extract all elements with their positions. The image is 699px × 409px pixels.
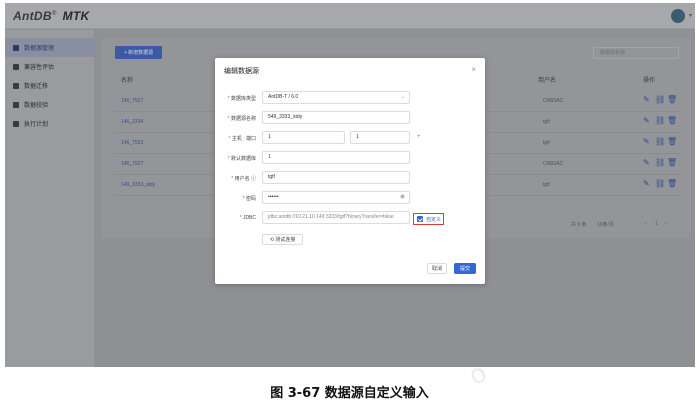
eye-icon[interactable]: ◉	[400, 192, 405, 203]
delete-icon[interactable]: 🗑	[667, 96, 677, 104]
link-icon[interactable]: ⛓	[655, 180, 665, 188]
default-db-label: * 默认数据库	[227, 156, 256, 162]
logo: AntDB® MTK	[13, 9, 90, 23]
pager-next[interactable]: ›	[665, 221, 667, 227]
chevron-down-icon[interactable]: ▾	[689, 12, 692, 19]
host-port-label: * 主机 : 端口	[228, 136, 256, 142]
password-label: * 密码	[242, 196, 256, 202]
user-cell: tgtf	[543, 182, 550, 188]
edit-icon[interactable]: ✎	[643, 159, 650, 167]
edit-icon[interactable]: ✎	[643, 138, 650, 146]
row-actions: ✎ ⛓ 🗑	[643, 96, 677, 104]
password-field[interactable]: •••••• ◉	[262, 191, 410, 204]
edit-icon[interactable]: ✎	[643, 180, 650, 188]
calendar-icon	[13, 120, 19, 127]
jdbc-label: * JDBC	[239, 215, 256, 221]
document-icon	[13, 63, 19, 70]
figure-caption: 图 3-67 数据源自定义输入	[270, 386, 429, 401]
user-cell: tgtf	[543, 140, 550, 146]
check-folder-icon	[13, 101, 19, 108]
datasource-name-link[interactable]: 146_2334	[121, 119, 143, 125]
top-bar: AntDB® MTK ▾	[5, 3, 695, 29]
link-icon[interactable]: ⛓	[655, 159, 665, 167]
page-size-select[interactable]: 10条/页	[597, 221, 614, 228]
search-input[interactable]: 数据源名称	[593, 47, 679, 59]
test-connection-button[interactable]: ⟲ 测试连接	[262, 234, 303, 245]
datasource-name-link[interactable]: 146_7527	[121, 161, 143, 167]
delete-icon[interactable]: 🗑	[667, 138, 677, 146]
user-cell: CR8SAC	[543, 161, 564, 167]
chevron-down-icon: ⌄	[400, 94, 405, 100]
avatar[interactable]	[671, 9, 685, 23]
datasource-name-link[interactable]: 146_7553	[121, 140, 143, 146]
pager-total: 共 5 条	[571, 222, 587, 228]
username-field[interactable]: tgtf	[262, 171, 410, 184]
database-icon	[13, 44, 19, 51]
add-datasource-button[interactable]: + 新增数据源	[115, 46, 162, 59]
sidebar-item-migration[interactable]: 数据迁移	[5, 76, 94, 95]
column-header-user: 用户名	[538, 78, 557, 84]
db-type-label: * 数据库类型	[227, 96, 256, 102]
cancel-button[interactable]: 取消	[427, 263, 447, 274]
default-db-field[interactable]: 1	[262, 151, 410, 164]
row-actions: ✎ ⛓ 🗑	[643, 159, 677, 167]
link-icon[interactable]: ⛓	[655, 117, 665, 125]
delete-icon[interactable]: 🗑	[667, 159, 677, 167]
name-field[interactable]: 549_3333_stdy	[262, 111, 410, 124]
pager-prev[interactable]: ‹	[645, 221, 647, 227]
dialog-title: 编辑数据源	[224, 68, 259, 75]
port-field[interactable]: 1	[350, 131, 410, 144]
edit-icon[interactable]: ✎	[643, 117, 650, 125]
close-icon[interactable]: ×	[471, 65, 476, 74]
edit-datasource-dialog: 编辑数据源 × * 数据库类型 AntDB-T / 6.0 ⌄ * 数据源名称 5…	[215, 58, 485, 284]
delete-icon[interactable]: 🗑	[667, 117, 677, 125]
row-actions: ✎ ⛓ 🗑	[643, 117, 677, 125]
user-cell: CR8SAC	[543, 98, 564, 104]
db-type-select[interactable]: AntDB-T / 6.0 ⌄	[262, 91, 410, 104]
delete-icon[interactable]: 🗑	[667, 180, 677, 188]
user-cell: tgtf	[543, 119, 550, 125]
username-label: * 用户名 ⓘ	[231, 176, 256, 182]
link-icon[interactable]: ⛓	[655, 96, 665, 104]
column-header-ops: 操作	[643, 78, 656, 84]
sidebar-item-plan[interactable]: 执行计划	[5, 114, 94, 133]
jdbc-field[interactable]: jdbc:antdb://10.21.10.149:3333/tgtf?bina…	[262, 211, 410, 224]
column-header-name: 名称	[121, 78, 134, 84]
folder-icon	[13, 82, 19, 89]
edit-icon[interactable]: ✎	[643, 96, 650, 104]
datasource-name-link[interactable]: 149_3333_stdy	[121, 182, 155, 188]
custom-checkbox-label[interactable]: 自定义	[426, 216, 441, 223]
submit-button[interactable]: 提交	[454, 263, 476, 274]
sidebar-item-validation[interactable]: 数据校验	[5, 95, 94, 114]
datasource-name-link[interactable]: 146_7527	[121, 98, 143, 104]
sidebar-item-assessment[interactable]: 兼容性评估	[5, 57, 94, 76]
add-host-icon[interactable]: +	[417, 134, 421, 140]
host-field[interactable]: 1	[262, 131, 345, 144]
name-label: * 数据源名称	[227, 116, 256, 122]
custom-checkbox[interactable]	[417, 216, 423, 222]
sidebar-item-datasource[interactable]: 数据源管理	[5, 38, 94, 57]
link-icon[interactable]: ⛓	[655, 138, 665, 146]
custom-jdbc-highlight: 自定义	[413, 213, 444, 225]
row-actions: ✎ ⛓ 🗑	[643, 138, 677, 146]
sidebar: 数据源管理 兼容性评估 数据迁移 数据校验 执行计划	[5, 30, 94, 367]
row-actions: ✎ ⛓ 🗑	[643, 180, 677, 188]
pager-current[interactable]: 1	[655, 221, 658, 227]
